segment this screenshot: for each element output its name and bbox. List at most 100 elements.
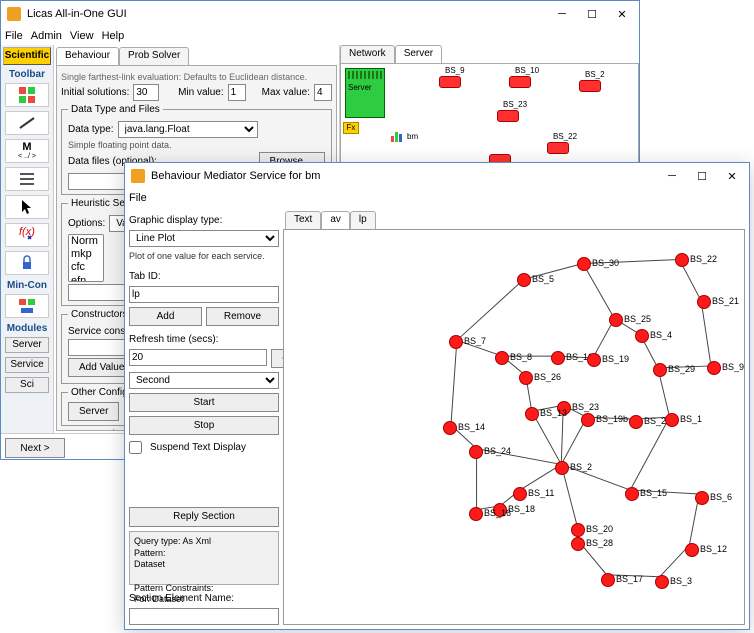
reply-box: Query type: As Xml Pattern: Dataset Patt… bbox=[129, 531, 279, 585]
fx-settings-tool-icon[interactable]: f(x) bbox=[5, 223, 49, 247]
gdt-label: Graphic display type: bbox=[129, 215, 279, 226]
module-sci[interactable]: Sci bbox=[5, 377, 49, 393]
node-BS_21[interactable] bbox=[697, 295, 711, 309]
node-BS_20[interactable] bbox=[571, 523, 585, 537]
node-BS_9[interactable] bbox=[707, 361, 721, 375]
node-label: BS_22 bbox=[690, 254, 717, 264]
server-config-button[interactable]: Server bbox=[68, 402, 119, 421]
grid-tool-icon[interactable] bbox=[5, 83, 49, 107]
module-service[interactable]: Service bbox=[5, 357, 49, 373]
node-label: BS_13 bbox=[540, 408, 567, 418]
tab-network[interactable]: Network bbox=[340, 45, 395, 63]
menu-admin[interactable]: Admin bbox=[31, 30, 62, 42]
start-button[interactable]: Start bbox=[129, 393, 279, 412]
node-label: BS_29 bbox=[668, 364, 695, 374]
node-label: BS_11 bbox=[528, 488, 554, 498]
constructors-legend: Constructors bbox=[68, 309, 131, 320]
node-BS_15[interactable] bbox=[625, 487, 639, 501]
gtab-av[interactable]: av bbox=[321, 211, 350, 229]
unit-select[interactable]: Second bbox=[129, 372, 279, 389]
maxval-input[interactable] bbox=[314, 84, 332, 101]
node-label: BS_14 bbox=[458, 422, 485, 432]
tab-probsolver[interactable]: Prob Solver bbox=[119, 47, 189, 65]
node-BS_10[interactable] bbox=[551, 351, 565, 365]
minval-input[interactable] bbox=[228, 84, 246, 101]
stop-button[interactable]: Stop bbox=[129, 416, 279, 435]
node-BS_8[interactable] bbox=[495, 351, 509, 365]
remove-button[interactable]: Remove bbox=[206, 307, 279, 326]
node-BS_6[interactable] bbox=[695, 491, 709, 505]
list-tool-icon[interactable] bbox=[5, 167, 49, 191]
heuristic-list[interactable]: Normmkp cfcefn bbox=[68, 234, 104, 282]
node-BS_30[interactable] bbox=[577, 257, 591, 271]
gdt-select[interactable]: Line Plot bbox=[129, 230, 279, 247]
sub-titlebar[interactable]: Behaviour Mediator Service for bm ─ ☐ ✕ bbox=[125, 163, 749, 189]
gtab-text[interactable]: Text bbox=[285, 211, 321, 229]
node-BS_4[interactable] bbox=[635, 329, 649, 343]
add-button[interactable]: Add bbox=[129, 307, 202, 326]
node-label: BS_6 bbox=[710, 492, 732, 502]
tab-server[interactable]: Server bbox=[395, 45, 442, 63]
tabid-input[interactable] bbox=[129, 286, 279, 303]
suspend-checkbox[interactable] bbox=[129, 441, 142, 454]
node-BS_27[interactable] bbox=[629, 415, 643, 429]
node-BS_19[interactable] bbox=[587, 353, 601, 367]
minimize-button[interactable]: ─ bbox=[547, 4, 577, 24]
node-BS_1[interactable] bbox=[665, 413, 679, 427]
menu-help[interactable]: Help bbox=[102, 30, 125, 42]
module-server[interactable]: Server bbox=[5, 337, 49, 353]
initsol-label: Initial solutions: bbox=[61, 87, 129, 98]
minval-label: Min value: bbox=[178, 87, 224, 98]
node-label: BS_7 bbox=[464, 336, 486, 346]
tab-behaviour[interactable]: Behaviour bbox=[56, 47, 119, 65]
gtab-lp[interactable]: lp bbox=[350, 211, 376, 229]
sub-minimize-button[interactable]: ─ bbox=[657, 166, 687, 186]
main-titlebar[interactable]: Licas All-in-One GUI ─ ☐ ✕ bbox=[1, 1, 639, 27]
node-BS_17[interactable] bbox=[601, 573, 615, 587]
node-BS_24[interactable] bbox=[469, 445, 483, 459]
sub-maximize-button[interactable]: ☐ bbox=[687, 166, 717, 186]
maxval-label: Max value: bbox=[262, 87, 310, 98]
section-input[interactable] bbox=[129, 608, 279, 625]
mincon-tool-icon[interactable] bbox=[5, 294, 49, 318]
scientific-button[interactable]: Scientific bbox=[3, 47, 51, 65]
node-BS_19b[interactable] bbox=[581, 413, 595, 427]
node-BS_14[interactable] bbox=[443, 421, 457, 435]
node-label: BS_25 bbox=[624, 314, 651, 324]
modules-header: Modules bbox=[3, 323, 51, 334]
node-BS_7[interactable] bbox=[449, 335, 463, 349]
refresh-input[interactable] bbox=[129, 349, 267, 366]
node-BS_13[interactable] bbox=[525, 407, 539, 421]
node-BS_11[interactable] bbox=[513, 487, 527, 501]
next-button[interactable]: Next > bbox=[5, 438, 65, 458]
node-BS_28[interactable] bbox=[571, 537, 585, 551]
pointer-tool-icon[interactable] bbox=[5, 195, 49, 219]
datatype-select[interactable]: java.lang.Float bbox=[118, 121, 258, 138]
node-BS_12[interactable] bbox=[685, 543, 699, 557]
close-button[interactable]: ✕ bbox=[607, 4, 637, 24]
node-BS_29[interactable] bbox=[653, 363, 667, 377]
node-BS_16[interactable] bbox=[469, 507, 483, 521]
node-label: BS_12 bbox=[700, 544, 727, 554]
node-label: BS_15 bbox=[640, 488, 667, 498]
m-tool-icon[interactable]: M< ../ > bbox=[5, 139, 49, 163]
node-graph[interactable]: BS_30BS_22BS_5BS_21BS_25BS_4BS_7BS_8BS_1… bbox=[283, 229, 745, 625]
node-BS_25[interactable] bbox=[609, 313, 623, 327]
sub-menu-file[interactable]: File bbox=[129, 192, 147, 204]
reply-header[interactable]: Reply Section bbox=[129, 507, 279, 527]
maximize-button[interactable]: ☐ bbox=[577, 4, 607, 24]
datatype-legend: Data Type and Files bbox=[68, 104, 163, 115]
node-BS_5[interactable] bbox=[517, 273, 531, 287]
menu-view[interactable]: View bbox=[70, 30, 94, 42]
lock-tool-icon[interactable] bbox=[5, 251, 49, 275]
menu-file[interactable]: File bbox=[5, 30, 23, 42]
constructor-input[interactable] bbox=[68, 339, 128, 356]
initsol-input[interactable] bbox=[133, 84, 159, 101]
node-BS_22[interactable] bbox=[675, 253, 689, 267]
node-BS_26[interactable] bbox=[519, 371, 533, 385]
sub-close-button[interactable]: ✕ bbox=[717, 166, 747, 186]
line-tool-icon[interactable] bbox=[5, 111, 49, 135]
sub-left-pane: Graphic display type: Line Plot Plot of … bbox=[129, 211, 279, 625]
node-BS_3[interactable] bbox=[655, 575, 669, 589]
node-BS_2[interactable] bbox=[555, 461, 569, 475]
